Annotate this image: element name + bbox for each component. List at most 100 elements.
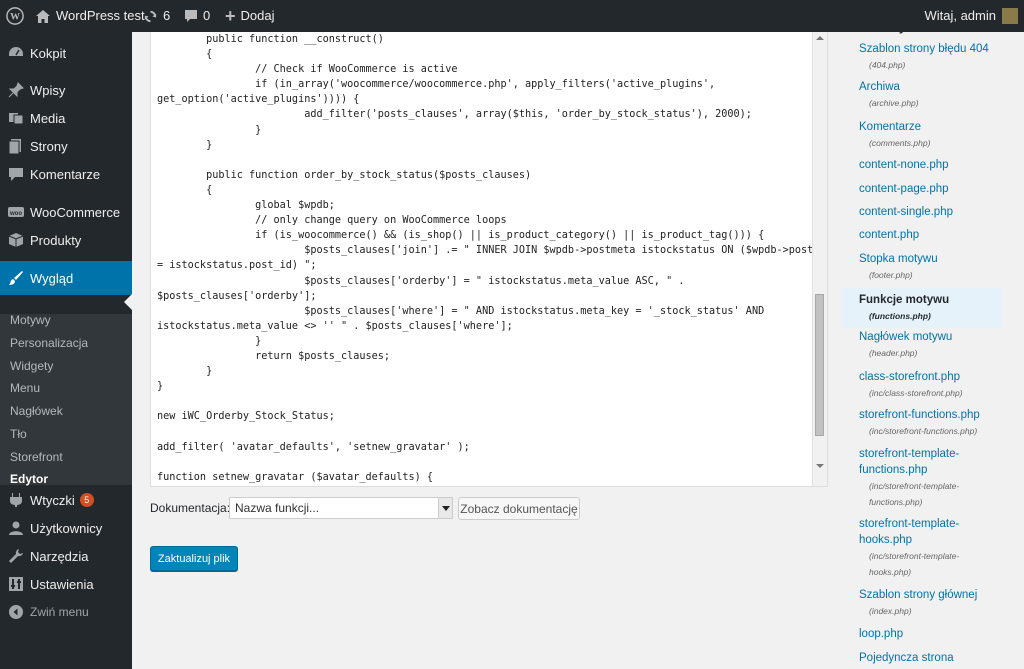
pages-icon [8,138,24,154]
file-path: (index.php) [869,606,912,616]
update-file-button[interactable]: Zaktualizuj plik [150,546,238,571]
file-path: (inc/class-storefront.php) [869,388,963,398]
submenu-item-storefront[interactable]: Storefront [10,450,63,464]
avatar [1002,8,1018,24]
comments-link[interactable]: 0 [185,0,210,32]
file-list-item[interactable]: loop.php [841,626,1001,642]
appearance-submenu: Motywy Personalizacja Widgety Menu Nagłó… [0,313,132,486]
menu-item-dashboard[interactable]: Kokpit [0,36,132,70]
updates-count: 6 [163,8,171,23]
admin-sidebar: Kokpit Wpisy Media Strony Komentarze woo… [0,32,132,669]
file-list-item[interactable]: Szablon strony głównej (index.php) [841,587,1001,619]
menu-item-products[interactable]: Produkty [0,223,132,257]
wrench-icon [8,548,24,564]
file-label[interactable]: Pojedyncza strona [841,650,1001,666]
comment-icon [8,166,24,182]
menu-item-comments[interactable]: Komentarze [0,157,132,191]
my-account-link[interactable]: Witaj, admin [924,0,1018,32]
submenu-item-background[interactable]: Tło [10,427,27,441]
plugins-update-badge: 5 [79,493,94,507]
collapse-menu-button[interactable]: Zwiń menu [0,595,132,629]
submenu-item-menus[interactable]: Menu [10,381,40,395]
site-name-link[interactable]: WordPress test [36,0,145,32]
file-label[interactable]: Stopka motywu [841,251,1001,267]
file-path: (inc/storefront-template-hooks.php) [869,551,960,577]
file-label[interactable]: Funkcje motywu [841,292,1001,308]
submenu-item-header[interactable]: Nagłówek [10,404,63,418]
menu-label: Wpisy [30,82,66,98]
file-label[interactable]: Archiwa [841,79,1001,95]
file-label[interactable]: content-single.php [841,204,1001,220]
menu-label: Wtyczki [30,492,75,508]
file-label[interactable]: Szablon strony błędu 404 [841,41,1001,57]
file-label[interactable]: Nagłówek motywu [841,329,1001,345]
menu-item-appearance[interactable]: Wygląd [0,261,132,295]
file-list-item[interactable]: Stopka motywu (footer.php) [841,251,1001,283]
file-label[interactable]: storefront-template-functions.php [841,446,1001,478]
comments-count: 0 [203,8,211,23]
file-list-item[interactable]: Nagłówek motywu (header.php) [841,329,1001,361]
svg-text:woo: woo [9,211,22,217]
file-list-item[interactable]: content-page.php [841,181,1001,197]
submenu-item-themes[interactable]: Motywy [10,313,51,327]
menu-label: WooCommerce [30,204,121,220]
lookup-documentation-button[interactable]: Zobacz dokumentację [458,497,580,520]
file-list-item[interactable]: content-single.php [841,204,1001,220]
file-list-item[interactable]: Szablon strony błędu 404 (404.php) [841,41,1001,73]
dropdown-arrow-icon[interactable] [438,498,452,518]
menu-label: Strony [30,138,68,154]
file-label[interactable]: content-none.php [841,157,1001,173]
new-label: Dodaj [240,8,275,23]
scrollbar-thumb[interactable] [815,294,824,436]
file-list-item[interactable]: storefront-template-functions.php (inc/st… [841,446,1001,510]
theme-files-list: Szablony Szablon strony błędu 404 (404.ph… [841,19,1024,669]
file-label[interactable]: storefront-functions.php [841,407,1001,423]
media-icon [8,110,24,126]
code-textarea[interactable]: public function __construct() { // Check… [157,32,827,486]
file-label[interactable]: Komentarze [841,119,1001,135]
wordpress-logo-icon[interactable]: W [6,0,24,32]
menu-label: Produkty [30,232,82,248]
submenu-item-widgets[interactable]: Widgety [10,359,53,373]
file-list-item[interactable]: content-none.php [841,157,1001,173]
file-list-item[interactable]: class-storefront.php (inc/class-storefron… [841,369,1001,401]
menu-label: Użytkownicy [30,520,103,536]
users-icon [8,520,24,536]
file-path: (comments.php) [869,138,931,148]
menu-label: Ustawienia [30,576,94,592]
plus-icon: + [225,6,236,26]
submenu-item-customize[interactable]: Personalizacja [10,336,88,350]
file-label[interactable]: content-page.php [841,181,1001,197]
plugin-icon [8,492,24,508]
collapse-icon [8,604,24,620]
comment-bubble-icon [185,9,197,23]
file-list-item[interactable]: Komentarze (comments.php) [841,119,1001,151]
file-label[interactable]: loop.php [841,626,1001,642]
templates-heading: Szablony [849,19,907,34]
file-list-item[interactable]: storefront-template-hooks.php (inc/storef… [841,516,1001,580]
file-list-item[interactable]: Archiwa (archive.php) [841,79,1001,111]
file-label[interactable]: class-storefront.php [841,369,1001,385]
updates-icon [143,9,158,24]
menu-label: Narzędzia [30,548,89,564]
function-name-select[interactable]: Nazwa funkcji... [229,497,453,519]
file-list-item[interactable]: Funkcje motywu (functions.php) [841,288,1001,328]
new-content-link[interactable]: + Dodaj [225,0,274,32]
code-editor[interactable]: public function __construct() { // Check… [150,32,828,487]
scroll-down-arrow-icon[interactable] [816,464,824,468]
editor-scrollbar[interactable] [812,32,827,486]
menu-label: Media [30,110,66,126]
file-label[interactable]: content.php [841,227,1001,243]
file-list-item[interactable]: content.php [841,227,1001,243]
file-list-item[interactable]: Pojedyncza strona [841,650,1001,666]
file-label[interactable]: Szablon strony głównej [841,587,1001,603]
documentation-label: Dokumentacja: [150,501,231,515]
scroll-up-arrow-icon[interactable] [816,36,824,40]
file-label[interactable]: storefront-template-hooks.php [841,516,1001,548]
brush-icon [8,270,24,286]
file-path: (functions.php) [869,311,931,321]
file-list-item[interactable]: storefront-functions.php (inc/storefront-… [841,407,1001,439]
site-name: WordPress test [56,8,145,23]
updates-link[interactable]: 6 [143,0,170,32]
pushpin-icon [8,82,24,98]
